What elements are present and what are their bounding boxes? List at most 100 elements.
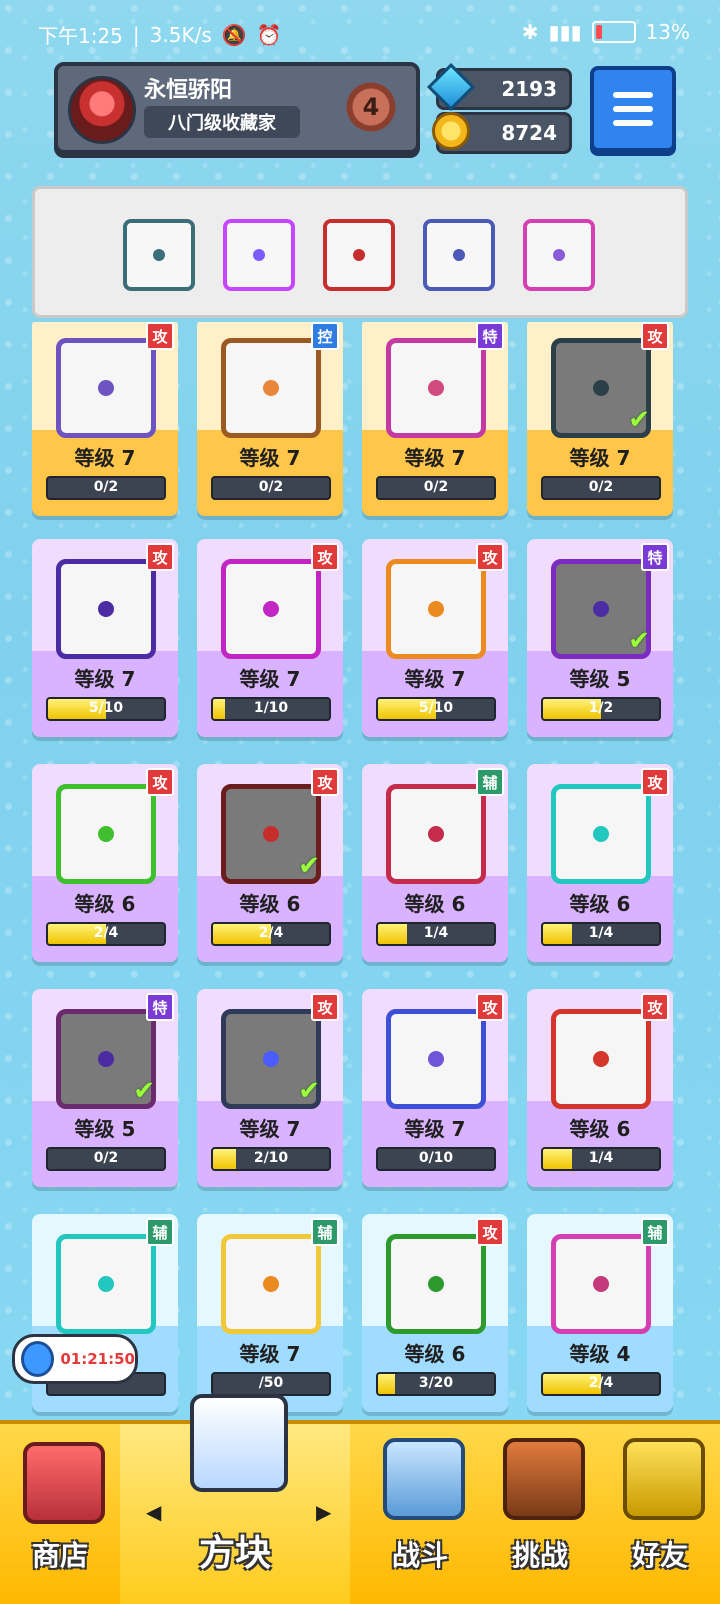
deck-slot[interactable] [123,219,195,291]
block-core-dot [98,601,114,617]
block-card[interactable]: 攻等级 6 2/4 [32,764,178,962]
upgrade-progress-bar: 0/10 [376,1147,496,1171]
coins-counter[interactable]: 8724 [432,112,572,154]
progress-text: 1/4 [588,925,614,941]
block-card[interactable]: ✔ 攻等级 7 2/10 [197,989,343,1187]
deck-slot[interactable] [523,219,595,291]
block-type-tag: 攻 [311,993,339,1021]
block-card[interactable]: 攻等级 7 0/2 [32,322,178,516]
block-card[interactable]: 攻等级 7 5/10 [362,539,508,737]
progress-text: 2/4 [588,1375,614,1391]
card-level: 等级 7 [239,1117,301,1141]
hamburger-line [613,92,653,98]
block-type-tag: 辅 [641,1218,669,1246]
deck-slot-dot [353,249,365,261]
block-card[interactable]: ✔ 特等级 5 1/2 [527,539,673,737]
deck-slot[interactable] [423,219,495,291]
block-card[interactable]: 辅等级 7/50 [197,1214,343,1412]
block-core-dot [428,1051,444,1067]
block-core-dot [593,601,609,617]
block-card[interactable]: 特等级 7 0/2 [362,322,508,516]
block-card[interactable]: 控等级 7 0/2 [197,322,343,516]
block-tile [221,338,321,438]
block-type-tag: 辅 [146,1218,174,1246]
block-card[interactable]: 辅等级 4 2/4 [527,1214,673,1412]
gems-counter[interactable]: 2193 [426,62,572,112]
nav-left-arrow-icon[interactable]: ◀ [146,1500,161,1524]
progress-text: 1/4 [423,925,449,941]
card-level: 等级 7 [569,446,631,470]
block-core-dot [98,1051,114,1067]
deck-slot[interactable] [323,219,395,291]
deck-slot[interactable] [223,219,295,291]
block-card[interactable]: ✔ 攻等级 6 2/4 [197,764,343,962]
block-type-tag: 攻 [476,1218,504,1246]
card-level: 等级 6 [239,892,301,916]
block-tile [386,784,486,884]
block-type-tag: 攻 [641,993,669,1021]
block-tile [551,1009,651,1109]
nav-right-arrow-icon[interactable]: ▶ [316,1500,331,1524]
block-tile [551,784,651,884]
upgrade-progress-bar: 0/2 [46,476,166,500]
upgrade-progress-bar: 0/2 [541,476,661,500]
block-card[interactable]: 攻等级 6 1/4 [527,989,673,1187]
card-level: 等级 7 [404,667,466,691]
block-card[interactable]: 攻等级 7 0/10 [362,989,508,1187]
player-profile-panel[interactable]: 永恒骄阳 八门级收藏家 4 [54,62,420,154]
block-card[interactable]: 攻等级 7 5/10 [32,539,178,737]
block-tile: ✔ [56,1009,156,1109]
block-card[interactable]: 攻等级 7 1/10 [197,539,343,737]
friend-character-icon [623,1438,705,1520]
progress-text: 1/4 [588,1150,614,1166]
card-level: 等级 6 [569,1117,631,1141]
block-card[interactable]: ✔ 特等级 5 0/2 [32,989,178,1187]
hamburger-line [613,106,653,112]
coin-icon [431,111,471,151]
rank-badge[interactable]: 4 [344,80,398,134]
deck-slot-dot [453,249,465,261]
progress-text: 5/10 [88,700,124,716]
card-level: 等级 6 [404,892,466,916]
nav-battle[interactable]: 战斗 [360,1424,480,1604]
block-card[interactable]: 攻等级 6 1/4 [527,764,673,962]
card-level: 等级 7 [404,446,466,470]
block-core-dot [593,1051,609,1067]
nav-battle-label: 战斗 [391,1539,448,1572]
block-core-dot [593,826,609,842]
nav-shop[interactable]: 商店 [0,1424,120,1604]
upgrade-progress-bar: 2/4 [211,922,331,946]
block-type-tag: 攻 [476,993,504,1021]
block-core-dot [428,826,444,842]
upgrade-progress-bar: 5/10 [46,697,166,721]
hamburger-line [613,120,653,126]
block-type-tag: 攻 [311,543,339,571]
card-level: 等级 7 [239,446,301,470]
block-core-dot [98,380,114,396]
progress-text: 3/20 [418,1375,454,1391]
block-core-dot [428,1276,444,1292]
block-tile [56,559,156,659]
progress-text: 2/4 [93,925,119,941]
card-level: 等级 7 [74,446,136,470]
equipped-check-icon: ✔ [628,626,650,656]
block-card[interactable]: 攻等级 6 3/20 [362,1214,508,1412]
nav-challenge[interactable]: 挑战 [480,1424,600,1604]
block-core-dot [428,380,444,396]
event-timer[interactable]: 01:21:50 [12,1334,138,1384]
nav-friends[interactable]: 好友 [600,1424,720,1604]
equipped-check-icon: ✔ [298,1076,320,1106]
timer-text: 01:21:50 [60,1350,135,1368]
block-tile: ✔ [551,338,651,438]
menu-button[interactable] [590,66,676,152]
card-collection-grid: 攻等级 7 0/2 控等级 7 0/2 特等级 7 0/2 ✔ 攻等级 7 0/2 攻等级 7 5/… [0,322,720,1422]
avatar[interactable] [68,76,136,144]
bottom-nav: 商店 方块 战斗 挑战 好友 [0,1394,720,1604]
progress-text: 0/2 [258,479,284,495]
block-card[interactable]: ✔ 攻等级 7 0/2 [527,322,673,516]
block-type-tag: 特 [641,543,669,571]
block-card[interactable]: 辅等级 6 1/4 [362,764,508,962]
nav-shop-label: 商店 [31,1539,88,1572]
card-level: 等级 4 [569,1342,631,1366]
upgrade-progress-bar: 2/10 [211,1147,331,1171]
